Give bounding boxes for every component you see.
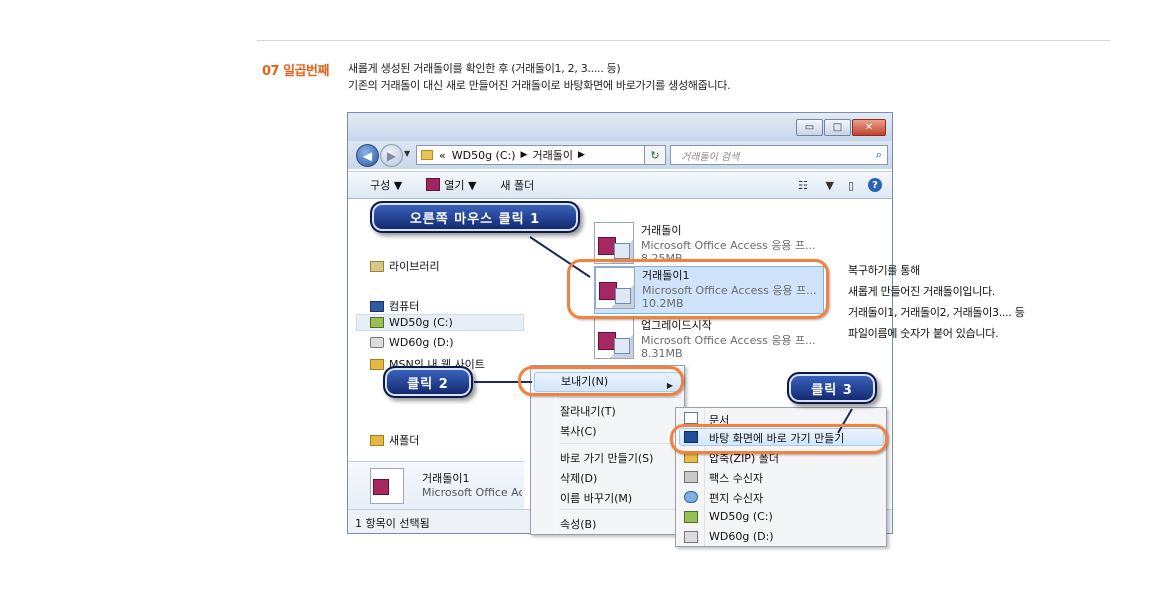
note-line-4: 파일이름에 숫자가 붙어 있습니다. (848, 327, 999, 340)
menu-item-delete[interactable]: 삭제(D) (560, 470, 597, 486)
file-name: 거래돌이 (641, 224, 682, 237)
computer-icon (370, 300, 384, 312)
submenu-item-drive-c[interactable]: WD50g (C:) (709, 510, 773, 523)
address-bar[interactable]: « WD50g (C:) ▶ 거래돌이 ▶ ▼ (416, 145, 666, 165)
search-placeholder: 거래돌이 검색 (681, 151, 740, 163)
menu-item-properties[interactable]: 속성(B) (560, 516, 596, 532)
minimize-icon: ▭ (804, 122, 815, 133)
callout-click-3: 클릭 3 (787, 372, 877, 404)
highlight-oval-file (567, 259, 829, 319)
close-button[interactable]: ✕ (852, 119, 886, 136)
command-bar: 구성 ▼ 열기 ▼ 새 폴더 ☷ ▼ ▯ ? (348, 171, 892, 199)
file-size: 8.31MB (641, 347, 683, 360)
step-title: 07 일곱번째 (262, 64, 329, 79)
note-line-1: 복구하기를 통해 (848, 264, 920, 277)
submenu-item-fax[interactable]: 팩스 수신자 (709, 470, 763, 486)
change-view-button[interactable]: ☷ ▼ (798, 179, 834, 192)
nav-label-new-folder: 새폴더 (389, 434, 420, 447)
maximize-icon: □ (832, 122, 843, 133)
menu-separator (560, 397, 682, 398)
chevron-right-icon[interactable]: ▶ (521, 150, 528, 160)
search-icon[interactable]: ⌕ (876, 148, 882, 162)
menu-item-cut[interactable]: 잘라내기(T) (560, 403, 616, 419)
folder-icon (370, 358, 384, 370)
drive-icon (684, 511, 698, 523)
drive-icon (370, 337, 384, 348)
highlight-oval-send-to (518, 366, 684, 396)
open-label: 열기 ▼ (444, 179, 477, 192)
documents-icon (684, 412, 698, 424)
forward-button[interactable]: ▶ (380, 144, 403, 167)
submenu-item-drive-d[interactable]: WD60g (D:) (709, 530, 774, 543)
breadcrumb-drive[interactable]: WD50g (C:) (452, 149, 516, 162)
callout-click-2: 클릭 2 (383, 366, 473, 398)
nav-item-libraries[interactable]: 라이브러리 (370, 258, 440, 274)
status-text: 1 항목이 선택됨 (355, 516, 430, 530)
back-button[interactable]: ◀ (356, 144, 379, 167)
step-description: 새롭게 생성된 거래돌이를 확인한 후 (거래돌이1, 2, 3..... 등)… (348, 60, 731, 94)
organize-button[interactable]: 구성 ▼ (370, 177, 402, 193)
recent-pages-dropdown[interactable]: ▼ (404, 149, 410, 158)
access-file-icon (594, 317, 634, 359)
nav-item-drive-c[interactable]: WD50g (C:) (370, 316, 453, 329)
nav-label-libraries: 라이브러리 (389, 260, 440, 273)
maximize-button[interactable]: □ (824, 119, 851, 136)
menu-item-rename[interactable]: 이름 바꾸기(M) (560, 490, 632, 506)
step-desc-line-1: 새롭게 생성된 거래돌이를 확인한 후 (거래돌이1, 2, 3..... 등) (348, 62, 621, 75)
details-file-type: Microsoft Office Access (422, 486, 522, 499)
details-file-name: 거래돌이1 (422, 472, 470, 485)
arrow-left-icon: ◀ (362, 148, 373, 163)
fax-icon (684, 471, 698, 483)
nav-label-drive-d: WD60g (D:) (389, 336, 454, 349)
nav-item-new-folder[interactable]: 새폴더 (370, 432, 419, 448)
menu-item-copy[interactable]: 복사(C) (560, 423, 597, 439)
close-icon: ✕ (864, 122, 874, 133)
title-bar: ▭ □ ✕ (348, 113, 892, 141)
step-desc-line-2: 기존의 거래돌이 대신 새로 만들어진 거래돌이로 바탕화면에 바로가기를 생성… (348, 79, 731, 92)
menu-separator (560, 509, 682, 510)
submenu-item-mail[interactable]: 편지 수신자 (709, 490, 763, 506)
breadcrumb-overflow[interactable]: « (439, 149, 446, 162)
mail-icon (684, 491, 698, 503)
file-item[interactable]: 업그레이드시작 Microsoft Office Access 응용 프... … (594, 317, 824, 365)
access-file-icon (370, 468, 404, 504)
access-file-icon (594, 222, 634, 264)
note-line-2: 새롭게 만들어진 거래돌이입니다. (848, 285, 996, 298)
highlight-oval-desktop (670, 424, 888, 454)
details-pane: 거래돌이1 Microsoft Office Access (348, 461, 524, 509)
explanation-note: 복구하기를 통해 새롭게 만들어진 거래돌이입니다. 거래돌이1, 거래돌이2,… (848, 260, 1025, 344)
top-divider (257, 40, 1110, 41)
folder-icon (421, 150, 433, 160)
open-button[interactable]: 열기 ▼ (426, 177, 476, 193)
chevron-right-icon[interactable]: ▶ (578, 150, 585, 160)
arrow-right-icon: ▶ (386, 148, 397, 163)
view-dropdown[interactable]: ▼ (825, 179, 833, 192)
access-app-icon (426, 178, 441, 191)
nav-item-computer[interactable]: 컴퓨터 (370, 298, 419, 314)
file-type: Microsoft Office Access 응용 프... (641, 334, 816, 347)
file-type: Microsoft Office Access 응용 프... (641, 239, 816, 252)
note-line-3: 거래돌이1, 거래돌이2, 거래돌이3.... 등 (848, 306, 1025, 319)
navigation-pane: 라이브러리 컴퓨터 WD50g (C:) WD60g (D:) MSN의 내 웹… (348, 200, 524, 450)
minimize-button[interactable]: ▭ (796, 119, 823, 136)
preview-pane-button[interactable]: ▯ (848, 179, 854, 192)
menu-item-create-shortcut[interactable]: 바로 가기 만들기(S) (560, 450, 653, 466)
refresh-button[interactable]: ↻ (644, 145, 666, 165)
drive-icon (684, 531, 698, 543)
nav-label-drive-c: WD50g (C:) (389, 316, 453, 329)
search-input[interactable]: 거래돌이 검색 ⌕ (670, 145, 888, 165)
library-icon (370, 260, 384, 272)
menu-separator (560, 443, 682, 444)
help-icon[interactable]: ? (868, 178, 882, 192)
breadcrumb-folder[interactable]: 거래돌이 (532, 147, 572, 163)
navigation-bar: ◀ ▶ ▼ « WD50g (C:) ▶ 거래돌이 ▶ ▼ ↻ 거래돌이 검색 … (348, 141, 892, 169)
new-folder-button[interactable]: 새 폴더 (500, 177, 534, 193)
callout-right-click: 오른쪽 마우스 클릭 1 (370, 201, 580, 233)
nav-label-computer: 컴퓨터 (389, 300, 420, 313)
drive-icon (370, 317, 384, 328)
folder-icon (370, 434, 384, 446)
nav-item-drive-d[interactable]: WD60g (D:) (370, 336, 454, 349)
refresh-icon: ↻ (650, 148, 660, 162)
file-name: 업그레이드시작 (641, 319, 712, 332)
